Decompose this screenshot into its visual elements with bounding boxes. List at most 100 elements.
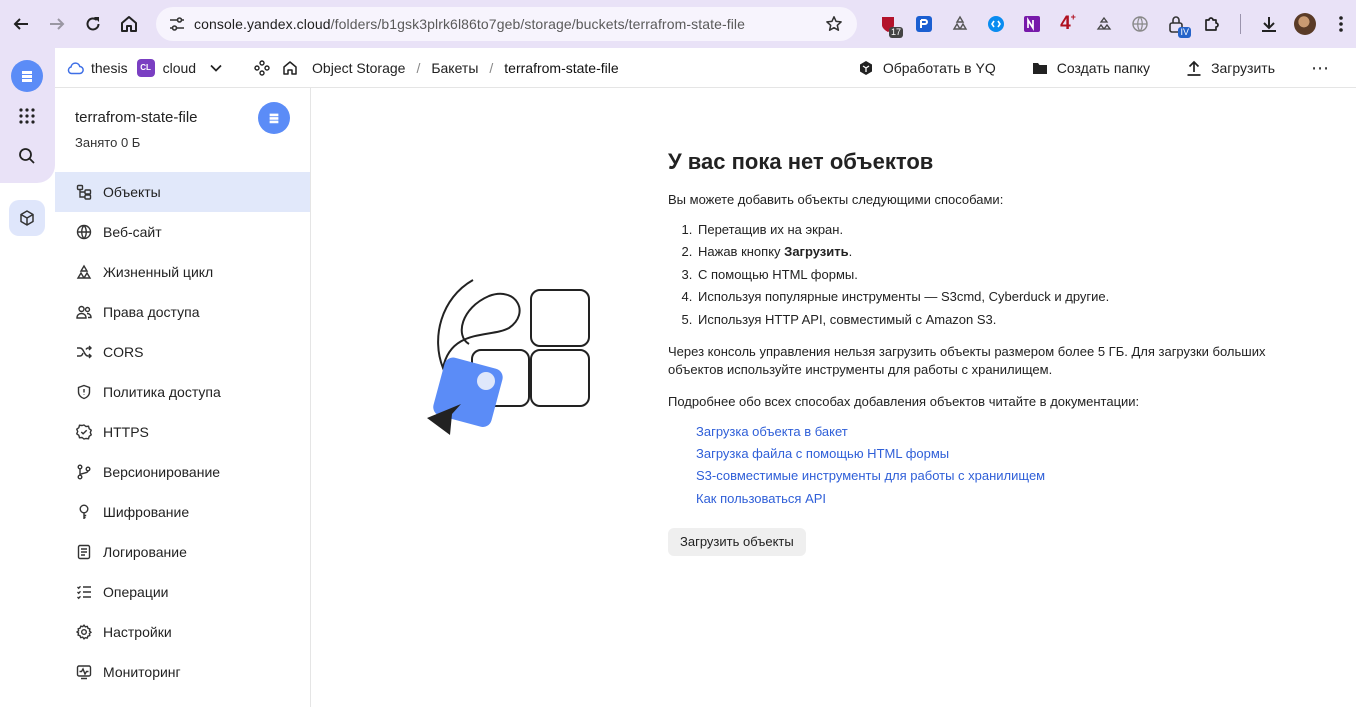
docs-note: Подробнее обо всех способах добавления о… bbox=[668, 393, 1140, 409]
extension-recycle[interactable] bbox=[942, 6, 978, 42]
cloud-name: cloud bbox=[162, 59, 197, 76]
four-icon: 4 bbox=[1060, 13, 1071, 34]
upload-button[interactable]: Загрузить bbox=[1186, 60, 1275, 76]
avatar bbox=[1294, 13, 1316, 35]
sidebar-item-encryption[interactable]: Шифрование bbox=[55, 492, 310, 532]
create-folder-button[interactable]: Создать папку bbox=[1032, 60, 1150, 76]
home-outline-icon bbox=[283, 60, 297, 75]
main-content: У вас пока нет объектов Вы можете добави… bbox=[311, 88, 1356, 707]
sidebar-item-settings[interactable]: Настройки bbox=[55, 612, 310, 652]
home-link[interactable] bbox=[282, 60, 298, 76]
arrow-left-icon bbox=[13, 18, 28, 30]
create-folder-label: Создать папку bbox=[1056, 60, 1151, 76]
sidebar-item-monitoring[interactable]: Мониторинг bbox=[55, 652, 310, 692]
doc-link-html-form[interactable]: Загрузка файла с помощью HTML формы bbox=[696, 446, 949, 461]
breadcrumb-object-storage[interactable]: Object Storage bbox=[312, 60, 405, 76]
sidebar-item-lifecycle[interactable]: Жизненный цикл bbox=[55, 252, 310, 292]
sidebar-item-label: CORS bbox=[103, 344, 144, 360]
sidebar-item-label: Логирование bbox=[103, 544, 187, 560]
extension-onenote[interactable] bbox=[1014, 6, 1050, 42]
extension-four[interactable]: 4 + bbox=[1050, 6, 1086, 42]
sidebar-item-cors[interactable]: CORS bbox=[55, 332, 310, 372]
way-2-end: . bbox=[848, 244, 853, 260]
sidebar-item-label: Настройки bbox=[103, 624, 172, 640]
upload-ways-list: Перетащив их на экран. Нажав кнопку Загр… bbox=[696, 221, 1288, 329]
object-storage-nav-button[interactable] bbox=[9, 200, 45, 236]
extension-shazam[interactable] bbox=[978, 6, 1014, 42]
bucket-name: terrafrom-state-file bbox=[75, 109, 198, 126]
bucket-sidebar: terrafrom-state-file Занято 0 Б Объекты … bbox=[55, 88, 311, 707]
monitor-icon bbox=[75, 663, 93, 681]
profile-button[interactable] bbox=[1287, 6, 1323, 42]
url-text: console.yandex.cloud/folders/b1gsk3plrk6… bbox=[194, 16, 745, 32]
breadcrumb-buckets[interactable]: Бакеты bbox=[431, 60, 478, 76]
sidebar-item-website[interactable]: Веб-сайт bbox=[55, 212, 310, 252]
shazam-icon bbox=[988, 16, 1004, 32]
site-settings-icon[interactable] bbox=[160, 16, 194, 32]
reload-icon bbox=[86, 17, 100, 31]
sidebar-item-versioning[interactable]: Версионирование bbox=[55, 452, 310, 492]
cloud-switcher[interactable]: thesis CL cloud bbox=[67, 58, 222, 77]
sidebar-item-logging[interactable]: Логирование bbox=[55, 532, 310, 572]
sidebar-item-label: Политика доступа bbox=[103, 384, 221, 400]
branch-icon bbox=[75, 463, 93, 481]
all-services-button[interactable] bbox=[9, 98, 45, 134]
process-in-yq-label: Обработать в YQ bbox=[882, 60, 996, 76]
org-name: thesis bbox=[91, 59, 128, 76]
back-button[interactable] bbox=[3, 6, 39, 42]
url-host: console.yandex.cloud bbox=[194, 16, 331, 32]
storage-service-button[interactable] bbox=[11, 60, 43, 92]
process-in-yq-button[interactable]: Обработать в YQ bbox=[858, 60, 996, 76]
extensions-puzzle-button[interactable] bbox=[1194, 6, 1230, 42]
browser-menu-button[interactable] bbox=[1323, 6, 1356, 42]
extension-recycle-2[interactable] bbox=[1086, 6, 1122, 42]
address-bar[interactable]: console.yandex.cloud/folders/b1gsk3plrk6… bbox=[156, 7, 857, 41]
objects-icon bbox=[75, 183, 93, 201]
home-icon bbox=[121, 16, 137, 32]
extension-blue-square[interactable] bbox=[906, 6, 942, 42]
sidebar-item-label: Мониторинг bbox=[103, 664, 181, 680]
extension-lock[interactable]: IV bbox=[1158, 6, 1194, 42]
upload-label: Загрузить bbox=[1211, 60, 1275, 76]
kebab-menu-icon bbox=[1339, 16, 1343, 32]
sidebar-item-operations[interactable]: Операции bbox=[55, 572, 310, 612]
doc-link-api[interactable]: Как пользоваться API bbox=[696, 491, 826, 506]
service-switch-button[interactable] bbox=[254, 59, 270, 76]
users-icon bbox=[75, 303, 93, 321]
extension-globe[interactable] bbox=[1122, 6, 1158, 42]
breadcrumb-current-bucket: terrafrom-state-file bbox=[504, 59, 619, 76]
empty-state-title: У вас пока нет объектов bbox=[668, 149, 934, 174]
check-badge-icon bbox=[75, 423, 93, 441]
list-check-icon bbox=[75, 583, 93, 601]
upload-objects-button[interactable]: Загрузить объекты bbox=[668, 528, 806, 557]
extension-shield[interactable]: 17 bbox=[870, 6, 906, 42]
forward-button[interactable] bbox=[39, 6, 75, 42]
list-item: Используя популярные инструменты — S3cmd… bbox=[696, 288, 1288, 306]
cloud-icon bbox=[67, 61, 84, 74]
downloads-button[interactable] bbox=[1251, 6, 1287, 42]
doc-link-upload-object[interactable]: Загрузка объекта в бакет bbox=[696, 424, 848, 439]
list-item: Нажав кнопку Загрузить. bbox=[696, 243, 1288, 261]
blue-square-extension-icon bbox=[916, 16, 932, 32]
bucket-badge-icon bbox=[258, 102, 290, 134]
empty-state-intro: Вы можете добавить объекты следующими сп… bbox=[668, 192, 1004, 207]
download-icon bbox=[1262, 17, 1276, 32]
sidebar-item-objects[interactable]: Объекты bbox=[55, 172, 310, 212]
sidebar-item-access-policy[interactable]: Политика доступа bbox=[55, 372, 310, 412]
reload-button[interactable] bbox=[75, 6, 111, 42]
home-button[interactable] bbox=[111, 6, 147, 42]
sidebar-item-label: HTTPS bbox=[103, 424, 149, 440]
log-icon bbox=[75, 543, 93, 561]
breadcrumb-separator: / bbox=[489, 59, 494, 76]
way-2-text: Нажав кнопку bbox=[698, 244, 781, 260]
key-icon bbox=[75, 503, 93, 521]
global-nav-rail bbox=[0, 48, 55, 707]
sidebar-item-https[interactable]: HTTPS bbox=[55, 412, 310, 452]
sidebar-item-access-rights[interactable]: Права доступа bbox=[55, 292, 310, 332]
recycle-small-icon bbox=[1096, 16, 1112, 30]
more-actions-button[interactable]: ⋯ bbox=[1311, 58, 1330, 79]
search-button[interactable] bbox=[9, 138, 45, 174]
extension-badge-iv: IV bbox=[1178, 27, 1191, 38]
doc-link-s3-tools[interactable]: S3-совместимые инструменты для работы с … bbox=[696, 468, 1045, 483]
bookmark-star-icon[interactable] bbox=[825, 15, 843, 33]
